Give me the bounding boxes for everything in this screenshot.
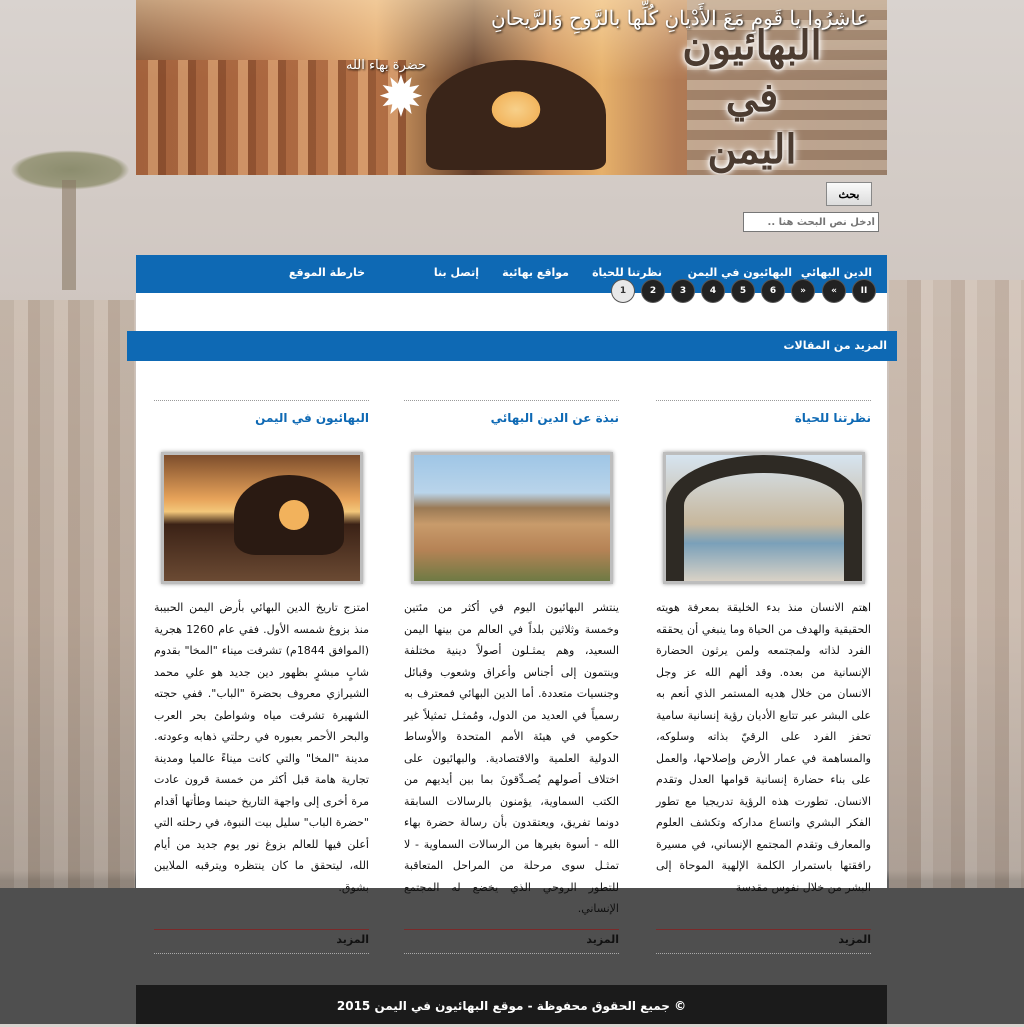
read-more-link[interactable]: المزيد bbox=[656, 930, 871, 953]
slider-first-button[interactable]: « bbox=[823, 280, 845, 302]
nav-item-bahai-sites[interactable]: مواقع بهائية bbox=[502, 255, 569, 291]
slider-pause-button[interactable]: II bbox=[853, 280, 875, 302]
section-title: المزيد من المقالات bbox=[127, 331, 897, 361]
search-button[interactable]: بحث bbox=[826, 182, 872, 206]
article-title[interactable]: نظرتنا للحياة bbox=[656, 411, 871, 425]
slider-prev-button[interactable]: » bbox=[792, 280, 814, 302]
article-body: امتزج تاريخ الدين البهائي بأرض اليمن الح… bbox=[154, 601, 369, 894]
article-image-rock-arch[interactable] bbox=[160, 452, 363, 584]
slider-page-4[interactable]: 4 bbox=[702, 280, 724, 302]
slider-page-6[interactable]: 6 bbox=[762, 280, 784, 302]
slider-page-5[interactable]: 5 bbox=[732, 280, 754, 302]
nav-item-sitemap[interactable]: خارطة الموقع bbox=[289, 255, 365, 291]
nav-item-contact[interactable]: إتصل بنا bbox=[434, 255, 479, 291]
article-body: اهتم الانسان منذ بدء الخليقة بمعرفة هويت… bbox=[656, 601, 871, 894]
divider bbox=[656, 953, 871, 954]
logo-line-1: البهائيون bbox=[682, 22, 822, 69]
sun-shape bbox=[278, 500, 309, 530]
slider-page-3[interactable]: 3 bbox=[672, 280, 694, 302]
article-card: نبذة عن الدين البهائي ينتشر البهائيون ال… bbox=[404, 400, 619, 954]
city-left-decoration bbox=[0, 300, 135, 890]
footer-copyright: © جميع الحقوق محفوظة - موقع البهائيون في… bbox=[136, 985, 887, 1024]
dragon-tree-decoration bbox=[10, 150, 130, 190]
divider bbox=[404, 400, 619, 401]
article-title[interactable]: نبذة عن الدين البهائي bbox=[404, 411, 619, 425]
divider bbox=[154, 953, 369, 954]
banner-town-image bbox=[136, 60, 406, 175]
search-input[interactable] bbox=[743, 212, 879, 232]
read-more-link[interactable]: المزيد bbox=[404, 930, 619, 953]
slider-page-2[interactable]: 2 bbox=[642, 280, 664, 302]
site-logo[interactable]: البهائيون في اليمن bbox=[677, 20, 827, 175]
article-title[interactable]: البهائيون في اليمن bbox=[154, 411, 369, 425]
logo-line-2: في اليمن bbox=[707, 74, 797, 173]
slider-page-1[interactable]: 1 bbox=[612, 280, 634, 302]
tree-trunk-decoration bbox=[62, 180, 76, 290]
page-container: ✹ عاشِرُوا يا قَومِ مَعَ الأَدْيانِ كُلِ… bbox=[127, 0, 897, 1024]
article-image-arched-window[interactable] bbox=[662, 452, 865, 584]
nine-pointed-star-icon: ✹ bbox=[377, 65, 425, 130]
article-card: نظرتنا للحياة اهتم الانسان منذ بدء الخلي… bbox=[656, 400, 871, 954]
article-body: ينتشر البهائيون اليوم في أكثر من مئتين و… bbox=[404, 601, 619, 915]
arch-frame bbox=[665, 455, 862, 581]
header-banner: ✹ عاشِرُوا يا قَومِ مَعَ الأَدْيانِ كُلِ… bbox=[136, 0, 887, 175]
article-card: البهائيون في اليمن امتزج تاريخ الدين الب… bbox=[154, 400, 369, 954]
banner-quote-source: حضرة بهاء الله bbox=[346, 58, 427, 73]
city-right-decoration bbox=[889, 280, 1024, 890]
read-more-link[interactable]: المزيد bbox=[154, 930, 369, 953]
divider bbox=[154, 400, 369, 401]
banner-rock-arch-image bbox=[426, 60, 606, 170]
divider bbox=[656, 400, 871, 401]
divider bbox=[404, 953, 619, 954]
article-image-town[interactable] bbox=[410, 452, 613, 584]
